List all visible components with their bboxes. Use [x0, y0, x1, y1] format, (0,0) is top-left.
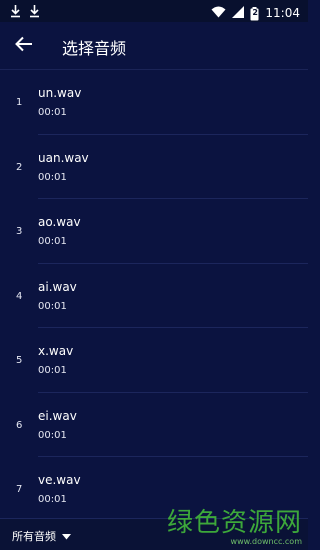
list-item[interactable]: 2 uan.wav 00:01	[0, 135, 308, 199]
item-duration: 00:01	[38, 171, 67, 183]
bottom-bar: 所有音频 绿色资源网 www.downcc.com	[0, 508, 308, 550]
item-index: 5	[16, 355, 23, 366]
back-button[interactable]	[12, 34, 36, 58]
item-filename: ei.wav	[38, 408, 77, 423]
download-icon	[29, 3, 40, 22]
watermark: 绿色资源网 www.downcc.com	[167, 502, 302, 546]
list-item[interactable]: 5 x.wav 00:01	[0, 328, 308, 393]
list-item[interactable]: 6 ei.wav 00:01	[0, 393, 308, 457]
audio-list: 1 un.wav 00:01 2 uan.wav 00:01 3 ao.wav …	[0, 70, 308, 518]
arrow-left-icon	[15, 36, 33, 56]
battery-level-text: 2	[252, 7, 258, 17]
item-index: 3	[16, 226, 23, 237]
item-filename: uan.wav	[38, 150, 89, 165]
item-duration: 00:01	[38, 107, 67, 118]
watermark-text: 绿色资源网	[166, 508, 302, 538]
item-filename: ai.wav	[38, 279, 77, 294]
item-filename: un.wav	[38, 86, 82, 100]
item-filename: ve.wav	[38, 473, 81, 487]
list-item[interactable]: 3 ao.wav 00:01	[0, 199, 308, 264]
item-duration: 00:01	[38, 300, 67, 312]
item-index: 7	[16, 484, 23, 495]
list-item[interactable]: 1 un.wav 00:01	[0, 70, 308, 135]
filter-label: 所有音频	[12, 530, 56, 543]
item-index: 1	[16, 97, 23, 108]
status-time: 11:04	[265, 5, 300, 20]
list-item[interactable]: 4 ai.wav 00:01	[0, 264, 308, 328]
signal-icon	[232, 3, 245, 22]
status-left	[10, 3, 40, 22]
item-filename: ao.wav	[38, 215, 81, 229]
wifi-icon	[211, 3, 226, 22]
item-index: 6	[16, 419, 23, 431]
status-right: 2 11:04	[211, 3, 300, 22]
audio-filter-dropdown[interactable]: 所有音频	[12, 528, 71, 544]
item-index: 4	[16, 290, 23, 302]
item-duration: 00:01	[38, 236, 67, 247]
download-icon	[10, 3, 21, 22]
page-title: 选择音频	[62, 39, 127, 58]
app-bar: 选择音频	[0, 22, 308, 70]
item-index: 2	[16, 161, 23, 173]
triangle-down-icon	[62, 530, 71, 543]
item-duration: 00:01	[38, 429, 67, 441]
battery-icon: 2	[250, 6, 259, 20]
item-filename: x.wav	[38, 344, 74, 358]
item-duration: 00:01	[38, 365, 67, 376]
item-duration: 00:01	[38, 494, 67, 505]
status-bar: 2 11:04	[0, 0, 308, 22]
